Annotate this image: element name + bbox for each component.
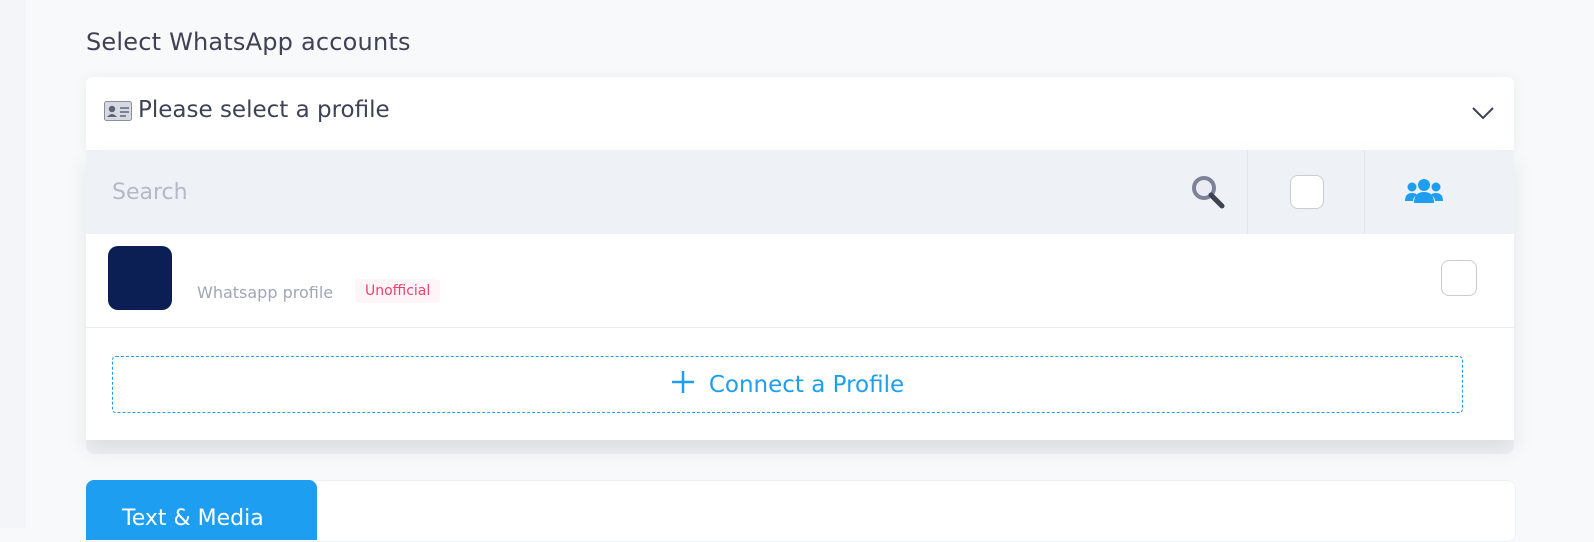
users-group-icon[interactable]: [1404, 177, 1444, 209]
connect-profile-button[interactable]: Connect a Profile: [112, 356, 1463, 413]
plus-icon: [671, 370, 695, 400]
search-input[interactable]: [86, 150, 1246, 234]
connect-profile-label: Connect a Profile: [708, 371, 905, 398]
dropdown-footer-shadow: [86, 440, 1514, 454]
divider: [1364, 150, 1365, 234]
id-card-icon: [104, 101, 132, 125]
search-bar: [86, 150, 1514, 234]
profile-type-label: Whatsapp profile: [197, 283, 334, 302]
tab-text-media[interactable]: Text & Media: [86, 480, 317, 540]
profile-checkbox[interactable]: [1441, 260, 1477, 296]
unofficial-badge: Unofficial: [355, 279, 441, 303]
search-icon[interactable]: [1190, 174, 1226, 214]
profile-select[interactable]: Please select a profile: [86, 77, 1514, 150]
profile-dropdown: Whatsapp profile Unofficial Connect a Pr…: [86, 150, 1514, 440]
select-placeholder: Please select a profile: [138, 97, 390, 123]
left-sidebar-strip: [0, 0, 26, 528]
select-all-checkbox[interactable]: [1290, 175, 1324, 209]
section-title: Select WhatsApp accounts: [86, 28, 411, 56]
chevron-down-icon[interactable]: [1472, 105, 1494, 124]
avatar: [108, 246, 172, 310]
divider: [1247, 150, 1248, 234]
profile-list-item[interactable]: Whatsapp profile Unofficial: [86, 234, 1514, 328]
